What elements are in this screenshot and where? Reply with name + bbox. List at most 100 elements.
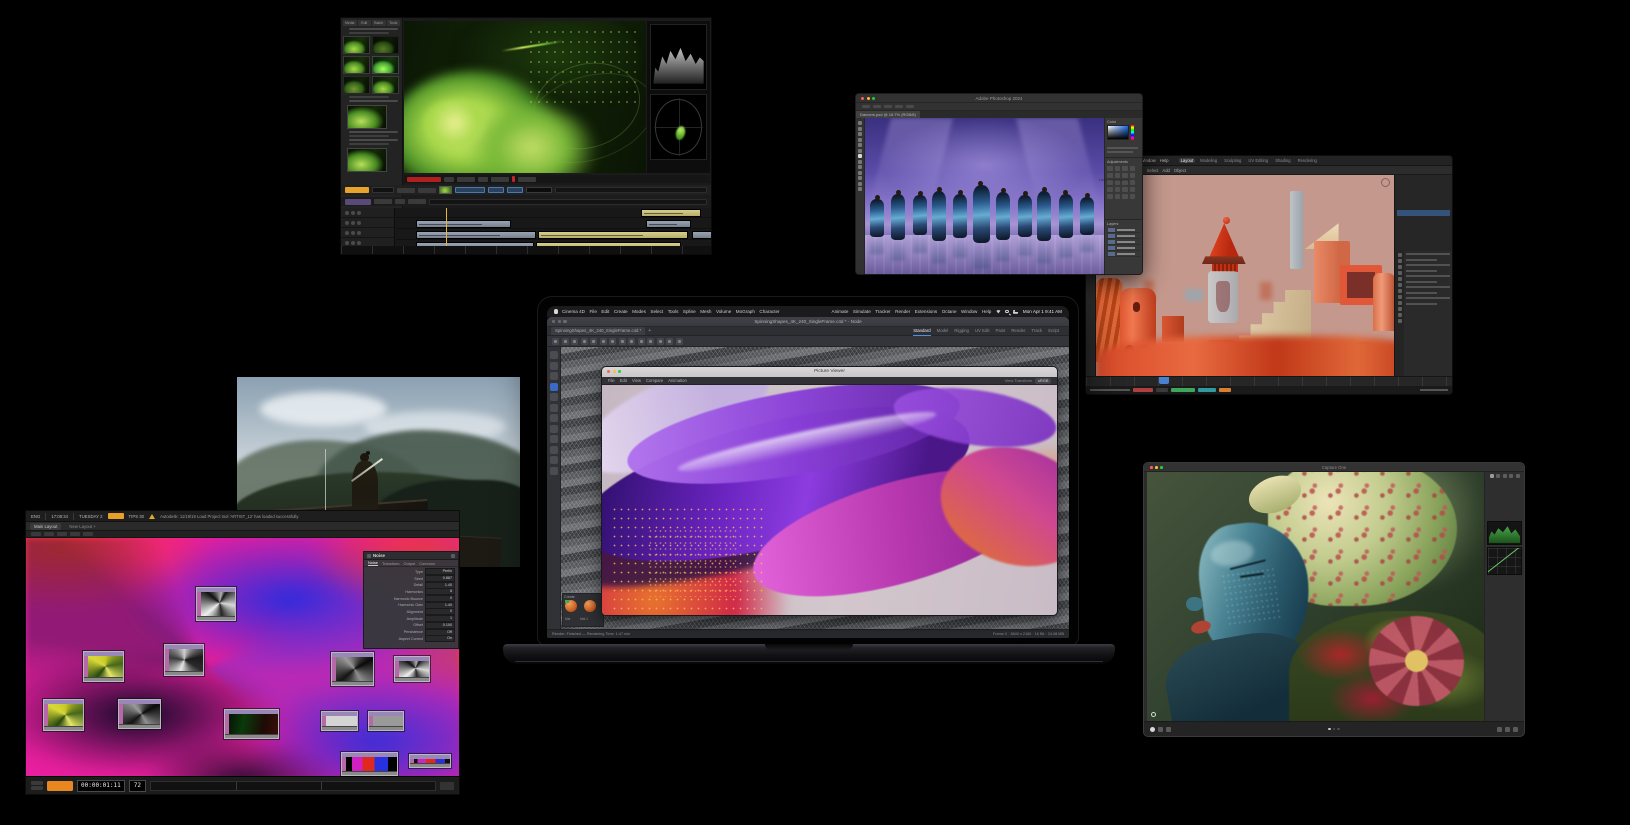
batch-node-spiral-dark[interactable]: [118, 699, 161, 729]
viewport-menu-item[interactable]: Select: [1147, 168, 1159, 173]
timecode-field[interactable]: 00:00:01:11: [77, 779, 125, 792]
timeline-playhead[interactable]: [1159, 377, 1170, 384]
layout-tab[interactable]: Paint: [996, 327, 1006, 336]
tool-button[interactable]: [418, 187, 436, 193]
properties-tab-icon[interactable]: [1397, 277, 1402, 281]
breadcrumb-chip[interactable]: [31, 532, 41, 536]
adjustment-icon[interactable]: [1122, 187, 1128, 192]
toolbar-icon[interactable]: [666, 337, 673, 345]
menubar-item[interactable]: Render: [895, 309, 910, 314]
document-tab[interactable]: Dancers.psd @ 16.7% (RGB/8): [856, 111, 920, 118]
text-field[interactable]: [555, 187, 707, 193]
batch-node-spiral-dark[interactable]: [331, 652, 374, 686]
toolbar-icon[interactable]: [609, 337, 616, 345]
new-tab-button[interactable]: +: [648, 327, 651, 335]
workspace-tab[interactable]: UV Editing: [1246, 158, 1270, 163]
transport-button[interactable]: [518, 176, 536, 182]
batch-node-spiral-gray[interactable]: [394, 656, 430, 682]
timeline-clip[interactable]: [416, 231, 536, 239]
properties-tab-icon[interactable]: [1397, 259, 1402, 263]
clip-thumbnail-large[interactable]: [347, 148, 387, 172]
timeline-clip[interactable]: [538, 231, 688, 239]
properties-tab-icon[interactable]: [1397, 283, 1402, 287]
palette-tool-icon[interactable]: [549, 403, 558, 412]
viewport-menu-item[interactable]: Object: [1174, 168, 1186, 173]
noise-panel-tab[interactable]: Output: [404, 561, 416, 566]
menubar-item[interactable]: Tracker: [875, 309, 890, 314]
navigation-gizmo-icon[interactable]: [1381, 178, 1390, 187]
properties-tab-icon[interactable]: [1397, 271, 1402, 275]
tool-button[interactable]: [397, 187, 415, 193]
palette-tool-icon[interactable]: [549, 466, 558, 475]
timeline-clip[interactable]: [692, 231, 711, 239]
captureone-titlebar[interactable]: Capture One: [1144, 463, 1524, 472]
workspace-tab[interactable]: Shading: [1273, 158, 1292, 163]
layout-tab[interactable]: Render: [1011, 327, 1025, 336]
adjustment-icon[interactable]: [1129, 187, 1135, 192]
workspace-tab[interactable]: Rendering: [1296, 158, 1319, 163]
workspace-tab[interactable]: Layout: [1178, 158, 1196, 163]
toolbar-icon[interactable]: [647, 337, 654, 345]
toolbar-icon[interactable]: [675, 337, 683, 345]
property-row[interactable]: [1406, 253, 1450, 255]
menubar-item[interactable]: Spline: [683, 309, 696, 314]
track-header[interactable]: [341, 218, 394, 228]
workspace-tab[interactable]: Sculpting: [1222, 158, 1243, 163]
property-row[interactable]: [1406, 275, 1450, 277]
render-button[interactable]: [47, 780, 73, 791]
layout-tab-new[interactable]: New Layout +: [65, 523, 99, 530]
tool-button[interactable]: [395, 199, 405, 204]
layout-tab[interactable]: Script: [1048, 327, 1059, 336]
palette-tool-icon[interactable]: [549, 393, 558, 401]
adjustment-icon[interactable]: [1114, 194, 1120, 199]
menubar-item[interactable]: Tools: [668, 309, 679, 314]
toolbar-icon[interactable]: [618, 337, 626, 345]
palette-tool-icon[interactable]: [549, 372, 558, 380]
layer-row[interactable]: [1107, 251, 1140, 257]
record-indicator[interactable]: [407, 176, 441, 182]
property-row[interactable]: [1406, 286, 1450, 288]
outliner-row[interactable]: [1397, 229, 1450, 236]
panel-tab-icon[interactable]: [1515, 474, 1520, 478]
clip-thumbnail[interactable]: [372, 76, 399, 94]
hue-slider[interactable]: [1131, 125, 1134, 140]
value-field[interactable]: [526, 187, 552, 193]
transport-button[interactable]: [440, 781, 454, 790]
toolbar-icon[interactable]: [656, 337, 664, 345]
property-row[interactable]: [1406, 297, 1450, 299]
media-panel-tab[interactable]: Media: [343, 20, 357, 26]
project-chip[interactable]: [107, 513, 124, 519]
adjustment-icon[interactable]: [1114, 166, 1120, 171]
toolbar-icon[interactable]: [590, 337, 597, 345]
menubar-item[interactable]: Character: [759, 309, 779, 314]
tree-item[interactable]: [349, 131, 398, 133]
picture-viewer-menu-item[interactable]: View: [632, 378, 641, 383]
adjustment-icon[interactable]: [1107, 187, 1113, 192]
mode-toggles[interactable]: [31, 781, 43, 790]
breadcrumb-chip[interactable]: [57, 532, 67, 536]
crop-tool-icon[interactable]: [1166, 726, 1171, 732]
document-tab[interactable]: SpinningShapes_4K_240_SingleFrame.c4d *: [551, 327, 646, 335]
panel-tab-icon[interactable]: [1509, 474, 1513, 478]
transport-button[interactable]: [491, 176, 509, 182]
tool-option[interactable]: [906, 105, 914, 108]
noise-panel-titlebar[interactable]: Noise: [364, 552, 458, 560]
adjustment-icon[interactable]: [1107, 194, 1113, 199]
property-row[interactable]: [1406, 280, 1437, 283]
clip-thumbnail[interactable]: [343, 36, 370, 54]
breadcrumb-chip[interactable]: [83, 532, 93, 536]
apple-logo-icon[interactable]: [554, 309, 558, 314]
batch-node-spiral-yellow[interactable]: [83, 651, 124, 682]
breadcrumb-chip[interactable]: [44, 532, 54, 536]
menubar-item[interactable]: Extensions: [915, 309, 937, 314]
clip-thumbnail-large[interactable]: [347, 105, 387, 129]
menubar-item[interactable]: Cinema 4D: [562, 309, 585, 314]
cursor-tool-icon[interactable]: [1150, 726, 1155, 732]
property-row[interactable]: [1406, 258, 1437, 261]
properties-tab-icon[interactable]: [1397, 295, 1402, 299]
toolbar-icon[interactable]: [599, 337, 607, 345]
track-header[interactable]: [341, 228, 394, 238]
tool-field[interactable]: [372, 187, 394, 193]
properties-tab-icon[interactable]: [1397, 319, 1402, 323]
menubar-item[interactable]: MoGraph: [736, 309, 755, 314]
